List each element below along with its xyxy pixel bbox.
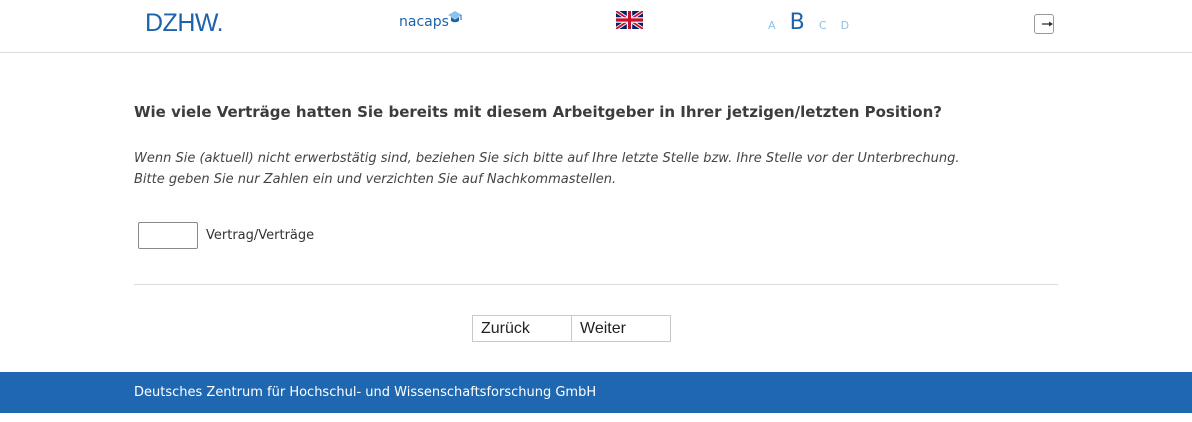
unit-label: Vertrag/Verträge xyxy=(206,228,315,243)
font-size-selector: A B C D xyxy=(768,10,849,36)
page-footer: Deutsches Zentrum für Hochschul- und Wis… xyxy=(0,372,1192,413)
font-size-b[interactable]: B xyxy=(790,10,805,35)
divider xyxy=(134,284,1058,285)
contracts-count-input[interactable] xyxy=(138,222,198,249)
nacaps-logo-text: nacaps xyxy=(399,14,449,30)
hint-line-1: Wenn Sie (aktuell) nicht erwerbstätig si… xyxy=(134,151,960,166)
uk-flag-icon[interactable] xyxy=(616,11,643,29)
font-size-c[interactable]: C xyxy=(819,19,827,32)
graduation-cap-icon xyxy=(448,11,462,23)
page-header: DZHW. nacaps A B C D xyxy=(0,0,1192,53)
hint-line-2: Bitte geben Sie nur Zahlen ein und verzi… xyxy=(134,172,617,187)
question-hint: Wenn Sie (aktuell) nicht erwerbstätig si… xyxy=(134,148,1014,190)
footer-text: Deutsches Zentrum für Hochschul- und Wis… xyxy=(134,385,597,400)
logout-icon xyxy=(1042,21,1053,27)
logout-button[interactable] xyxy=(1034,14,1054,34)
nacaps-logo[interactable]: nacaps xyxy=(399,11,462,30)
font-size-d[interactable]: D xyxy=(841,19,849,32)
font-size-a[interactable]: A xyxy=(768,19,776,32)
question-text: Wie viele Verträge hatten Sie bereits mi… xyxy=(134,103,942,121)
next-button[interactable]: Weiter xyxy=(572,316,670,341)
navigation-buttons: Zurück Weiter xyxy=(472,315,671,342)
back-button[interactable]: Zurück xyxy=(473,316,572,341)
dzhw-logo[interactable]: DZHW. xyxy=(145,9,224,38)
